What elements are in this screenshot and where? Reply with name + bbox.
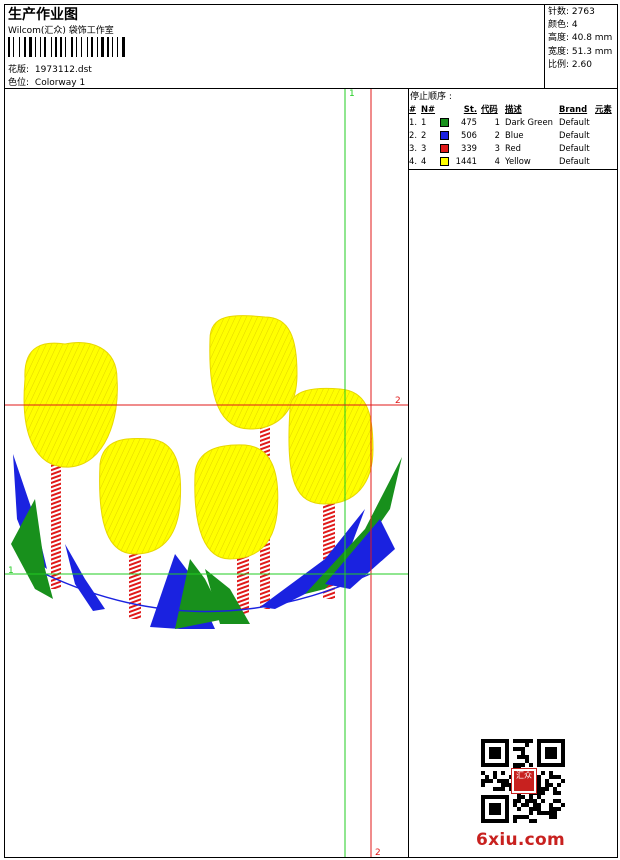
row-brand: Default <box>559 116 590 127</box>
needle-number: 4 <box>421 155 427 166</box>
row-needle: 3 <box>421 141 455 154</box>
color-row: 3. 3 339 3 Red Default <box>409 141 612 154</box>
design-stats: 针数: 2763 颜色: 4 高度: 40.8 mm 宽度: 51.3 mm 比… <box>548 6 612 72</box>
color-count: 颜色: 4 <box>548 20 578 31</box>
colorway-value: Colorway 1 <box>34 78 86 88</box>
design-file: 1973112.dst <box>34 65 92 75</box>
guide-v2-label: 2 <box>375 848 381 858</box>
col-header-desc: 描述 <box>505 103 522 114</box>
guide-h1-label: 1 <box>8 566 14 576</box>
design-ratio: 比例: 2.60 <box>548 59 592 70</box>
row-code: 1 <box>494 116 500 127</box>
panel-divider <box>408 88 409 858</box>
design-width: 宽度: 51.3 mm <box>548 46 613 57</box>
row-desc: Red <box>505 142 521 153</box>
tulip-heads <box>23 315 374 560</box>
stop-sequence-title: 停止顺序 : <box>410 92 452 102</box>
design-file-row: 花版: 1973112.dst <box>8 62 92 75</box>
row-stitches: 475 <box>461 116 477 127</box>
color-swatch <box>440 156 450 166</box>
sheet-title: 生产作业图 <box>8 7 78 23</box>
col-header-element: 元素 <box>595 103 612 114</box>
barcode <box>8 37 140 57</box>
table-header-row: # N# St. 代码 描述 Brand 元素 <box>409 102 612 115</box>
qr-seal: 汇众 <box>511 768 537 794</box>
row-brand: Default <box>559 129 590 140</box>
col-header-needle: N# <box>421 103 436 114</box>
col-header-stitches: St. <box>463 103 477 114</box>
needle-number: 3 <box>421 142 427 153</box>
colorway-label: 色位: <box>8 78 30 88</box>
table-divider <box>408 169 618 170</box>
qr-seal-text: 汇众 <box>514 771 534 791</box>
row-needle: 1 <box>421 115 455 128</box>
row-code: 4 <box>494 155 500 166</box>
row-index: 4. <box>409 155 417 166</box>
design-height: 高度: 40.8 mm <box>548 33 613 44</box>
row-needle: 2 <box>421 128 455 141</box>
guide-h2-label: 2 <box>395 396 401 406</box>
stop-sequence-table: # N# St. 代码 描述 Brand 元素 1. 1 475 1 Dark Gree… <box>409 102 612 167</box>
needle-number: 2 <box>421 129 427 140</box>
col-header-code: 代码 <box>481 103 498 114</box>
row-stitches: 339 <box>461 142 477 153</box>
row-stitches: 1441 <box>455 155 477 166</box>
watermark: 6xiu.com <box>476 830 566 850</box>
stitch-count: 针数: 2763 <box>548 7 595 17</box>
row-desc: Dark Green <box>505 116 553 127</box>
color-swatch <box>440 130 450 140</box>
row-brand: Default <box>559 155 590 166</box>
row-brand: Default <box>559 142 590 153</box>
color-row: 2. 2 506 2 Blue Default <box>409 128 612 141</box>
col-header-brand: Brand <box>559 103 588 114</box>
col-header-index: # <box>409 103 417 114</box>
row-code: 2 <box>494 129 500 140</box>
color-swatch <box>440 117 450 127</box>
color-row: 1. 1 475 1 Dark Green Default <box>409 115 612 128</box>
row-index: 2. <box>409 129 417 140</box>
guide-v1-label: 1 <box>349 89 355 99</box>
row-stitches: 506 <box>461 129 477 140</box>
color-swatch <box>440 143 450 153</box>
row-index: 3. <box>409 142 417 153</box>
row-code: 3 <box>494 142 500 153</box>
needle-number: 1 <box>421 116 427 127</box>
row-desc: Blue <box>505 129 524 140</box>
stats-divider <box>544 4 545 88</box>
design-label: 花版: <box>8 65 30 75</box>
color-row: 4. 4 1441 4 Yellow Default <box>409 154 612 167</box>
row-desc: Yellow <box>505 155 531 166</box>
row-index: 1. <box>409 116 417 127</box>
row-needle: 4 <box>421 154 455 167</box>
colorway-row: 色位: Colorway 1 <box>8 75 85 88</box>
embroidery-preview <box>5 89 408 857</box>
studio-name: Wilcom(汇众) 袋饰工作室 <box>8 26 114 36</box>
